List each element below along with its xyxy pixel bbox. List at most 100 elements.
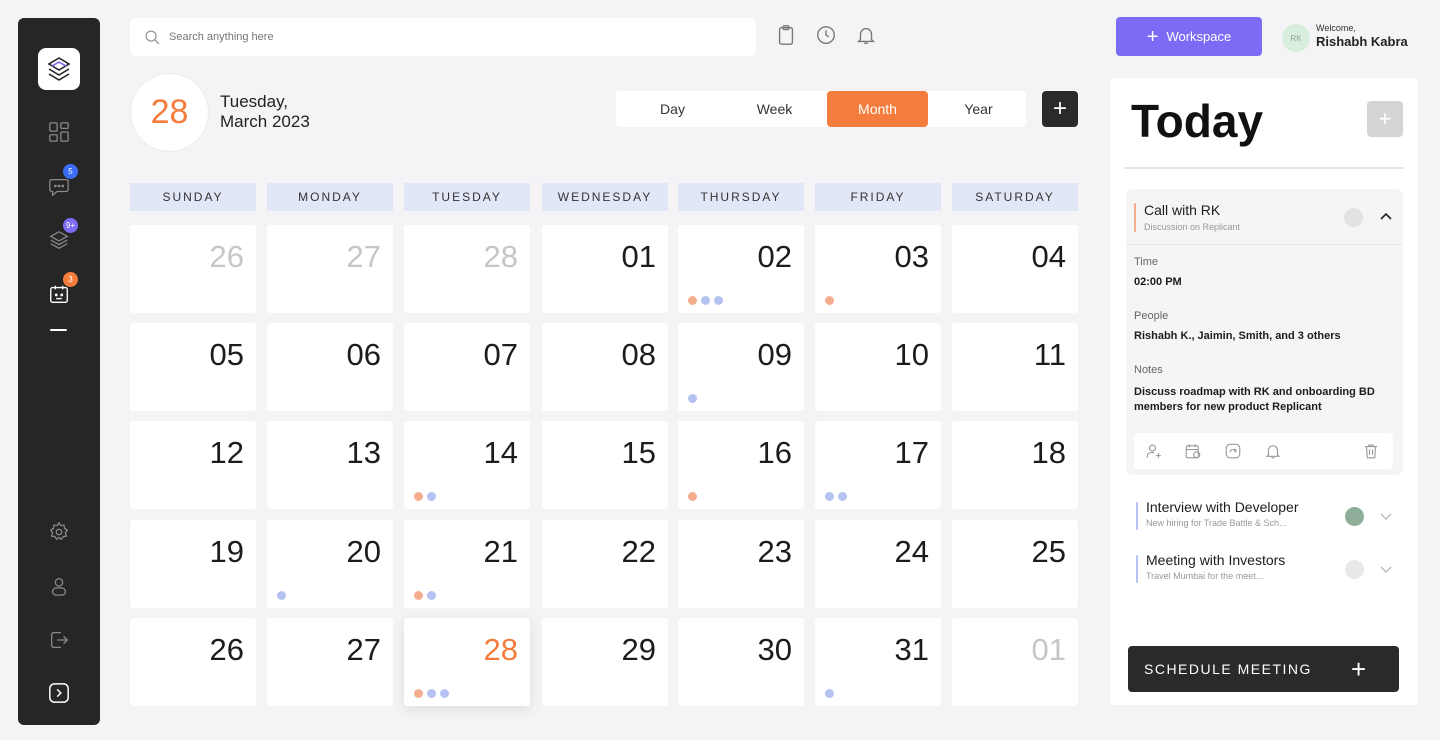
sidebar-item-profile[interactable]	[47, 574, 71, 598]
event-item[interactable]: Meeting with Investors Travel Mumbai for…	[1134, 552, 1404, 586]
day-cell[interactable]: 26	[130, 225, 256, 313]
chevron-down-icon[interactable]	[1378, 508, 1394, 524]
day-cell[interactable]: 27	[267, 618, 393, 706]
day-number: 18	[1031, 435, 1066, 470]
day-cell-today[interactable]: 28	[404, 618, 530, 706]
day-cell[interactable]: 10	[815, 323, 941, 411]
day-cell[interactable]: 01	[542, 225, 668, 313]
day-cell[interactable]: 25	[952, 520, 1078, 608]
schedule-meeting-button[interactable]: SCHEDULE MEETING +	[1128, 646, 1399, 692]
day-number: 07	[483, 337, 518, 372]
weekday-header: SUNDAY	[130, 183, 256, 211]
calendar-badge: 3	[63, 272, 78, 287]
day-cell[interactable]: 15	[542, 421, 668, 509]
sidebar-item-chat[interactable]: 5	[47, 164, 78, 198]
day-number: 01	[621, 239, 656, 274]
calendar-edit-icon[interactable]	[1184, 442, 1202, 460]
time-value: 02:00 PM	[1134, 276, 1182, 288]
day-cell[interactable]: 17	[815, 421, 941, 509]
event-item[interactable]: Interview with Developer New hiring for …	[1134, 499, 1404, 533]
day-number: 20	[346, 534, 381, 569]
sidebar-item-logout[interactable]	[47, 628, 71, 652]
current-date-badge: 28	[130, 73, 209, 152]
day-cell[interactable]: 02	[678, 225, 804, 313]
event-title: Meeting with Investors	[1146, 552, 1286, 568]
event-title: Call with RK	[1144, 202, 1221, 218]
add-person-icon[interactable]	[1145, 442, 1163, 460]
day-cell[interactable]: 31	[815, 618, 941, 706]
day-cell[interactable]: 01	[952, 618, 1078, 706]
share-icon[interactable]	[1224, 442, 1242, 460]
weekday-header: TUESDAY	[404, 183, 530, 211]
avatar[interactable]: RK	[1282, 24, 1310, 52]
expand-icon	[49, 683, 69, 703]
day-cell[interactable]: 16	[678, 421, 804, 509]
day-cell[interactable]: 08	[542, 323, 668, 411]
event-header[interactable]: Call with RK Discussion on Replicant	[1126, 189, 1403, 245]
sidebar-item-dashboard[interactable]	[47, 120, 71, 144]
day-cell[interactable]: 22	[542, 520, 668, 608]
day-cell[interactable]: 18	[952, 421, 1078, 509]
day-cell[interactable]: 27	[267, 225, 393, 313]
sidebar-expand[interactable]	[47, 681, 71, 705]
day-cell[interactable]: 29	[542, 618, 668, 706]
app-logo[interactable]	[38, 48, 80, 90]
chevron-up-icon[interactable]	[1378, 208, 1394, 224]
day-cell[interactable]: 24	[815, 520, 941, 608]
day-cell[interactable]: 23	[678, 520, 804, 608]
day-cell[interactable]: 06	[267, 323, 393, 411]
day-number: 31	[894, 632, 929, 667]
active-indicator	[50, 329, 67, 331]
event-status-indicator	[1344, 208, 1363, 227]
bell-icon[interactable]	[855, 24, 877, 46]
search-input[interactable]	[169, 31, 669, 43]
sidebar: 5 9+ 3	[18, 18, 100, 725]
day-cell[interactable]: 30	[678, 618, 804, 706]
people-value: Rishabh K., Jaimin, Smith, and 3 others	[1134, 330, 1341, 342]
sidebar-item-stack[interactable]: 9+	[47, 218, 79, 252]
tab-year[interactable]: Year	[928, 91, 1029, 127]
day-cell[interactable]: 12	[130, 421, 256, 509]
day-number: 02	[757, 239, 792, 274]
divider	[1125, 167, 1403, 169]
day-cell[interactable]: 21	[404, 520, 530, 608]
people-label: People	[1134, 310, 1169, 322]
add-event-button[interactable]: +	[1042, 91, 1078, 127]
day-number: 14	[483, 435, 518, 470]
day-number: 28	[483, 239, 518, 274]
day-cell[interactable]: 09	[678, 323, 804, 411]
delete-icon[interactable]	[1362, 442, 1380, 460]
day-cell[interactable]: 20	[267, 520, 393, 608]
day-cell[interactable]: 19	[130, 520, 256, 608]
day-cell[interactable]: 03	[815, 225, 941, 313]
chevron-down-icon[interactable]	[1378, 561, 1394, 577]
tab-day[interactable]: Day	[622, 91, 723, 127]
day-cell[interactable]: 07	[404, 323, 530, 411]
day-cell[interactable]: 13	[267, 421, 393, 509]
add-today-event-button[interactable]: +	[1367, 101, 1403, 137]
day-cell[interactable]: 05	[130, 323, 256, 411]
event-dot	[714, 296, 723, 305]
time-label: Time	[1134, 256, 1159, 268]
clock-icon[interactable]	[815, 24, 837, 46]
sidebar-item-calendar[interactable]: 3	[47, 272, 78, 306]
day-number: 29	[621, 632, 656, 667]
user-icon	[51, 578, 67, 596]
workspace-button[interactable]: + Workspace	[1116, 17, 1262, 56]
event-actions	[1134, 433, 1393, 469]
logout-icon	[51, 632, 69, 648]
bell-icon[interactable]	[1264, 442, 1282, 460]
weekday-header: MONDAY	[267, 183, 393, 211]
event-dot	[688, 296, 697, 305]
day-cell[interactable]: 28	[404, 225, 530, 313]
day-cell[interactable]: 26	[130, 618, 256, 706]
clipboard-icon[interactable]	[775, 24, 797, 46]
event-dot	[701, 296, 710, 305]
search-icon	[145, 29, 160, 44]
day-cell[interactable]: 11	[952, 323, 1078, 411]
day-cell[interactable]: 04	[952, 225, 1078, 313]
tab-week[interactable]: Week	[724, 91, 825, 127]
day-cell[interactable]: 14	[404, 421, 530, 509]
sidebar-item-settings[interactable]	[47, 520, 71, 544]
tab-month[interactable]: Month	[827, 91, 928, 127]
